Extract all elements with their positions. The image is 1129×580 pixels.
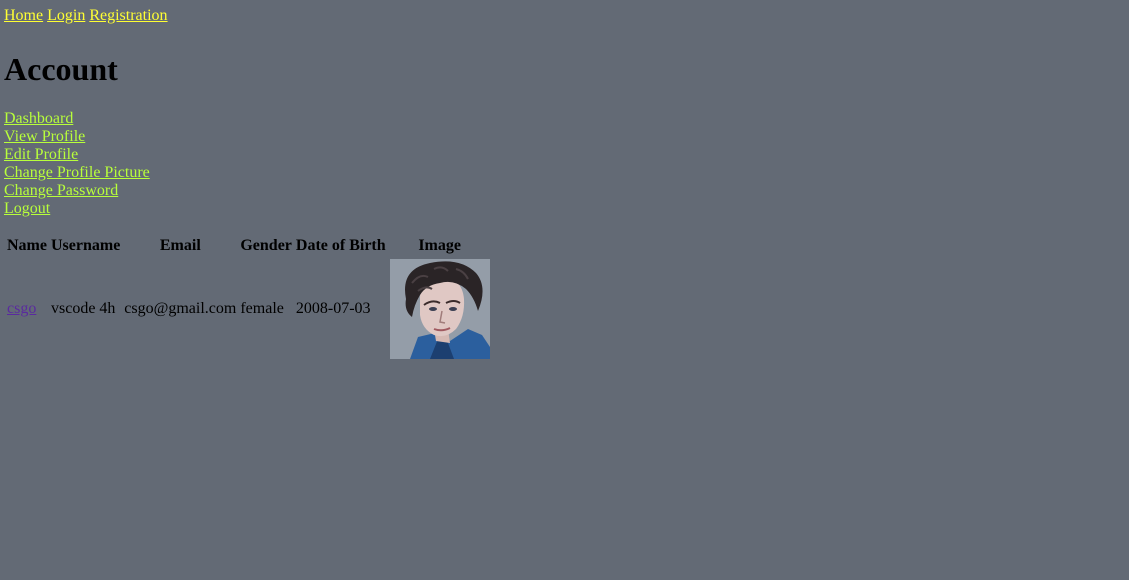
cell-dob: 2008-07-03: [295, 300, 371, 317]
page-title: Account: [4, 51, 118, 87]
page: Home Login Registration Account Dashboar…: [0, 0, 1129, 362]
header-email: Email: [159, 237, 201, 254]
table-row: csgo vscode 4h csgo@gmail.com female 200…: [6, 258, 491, 360]
cell-username: vscode 4h: [50, 300, 116, 317]
top-nav: Home Login Registration: [4, 4, 1125, 28]
header-image: Image: [418, 237, 461, 254]
header-name: Name: [7, 237, 47, 254]
change-profile-picture-link[interactable]: Change Profile Picture: [4, 164, 1125, 182]
header-username: Username: [50, 237, 121, 254]
header-dob: Date of Birth: [295, 237, 386, 254]
change-password-link[interactable]: Change Password: [4, 182, 1125, 200]
dashboard-link[interactable]: Dashboard: [4, 110, 1125, 128]
account-nav: Dashboard View Profile Edit Profile Chan…: [4, 110, 1125, 218]
view-profile-link[interactable]: View Profile: [4, 128, 1125, 146]
cell-name: csgo: [6, 258, 48, 360]
profile-table: Name Username Email Gender Date of Birth…: [4, 234, 493, 362]
cell-gender: female: [240, 300, 284, 317]
header-gender: Gender: [240, 237, 292, 254]
edit-profile-link[interactable]: Edit Profile: [4, 146, 1125, 164]
cell-email: csgo@gmail.com: [124, 300, 237, 317]
name-link[interactable]: csgo: [7, 300, 36, 317]
logout-link[interactable]: Logout: [4, 200, 1125, 218]
cell-image: [389, 258, 491, 360]
nav-login-link[interactable]: Login: [47, 7, 85, 24]
nav-registration-link[interactable]: Registration: [89, 7, 167, 24]
profile-portrait-image: [389, 259, 490, 359]
table-header-row: Name Username Email Gender Date of Birth…: [6, 236, 491, 256]
nav-home-link[interactable]: Home: [4, 7, 43, 24]
